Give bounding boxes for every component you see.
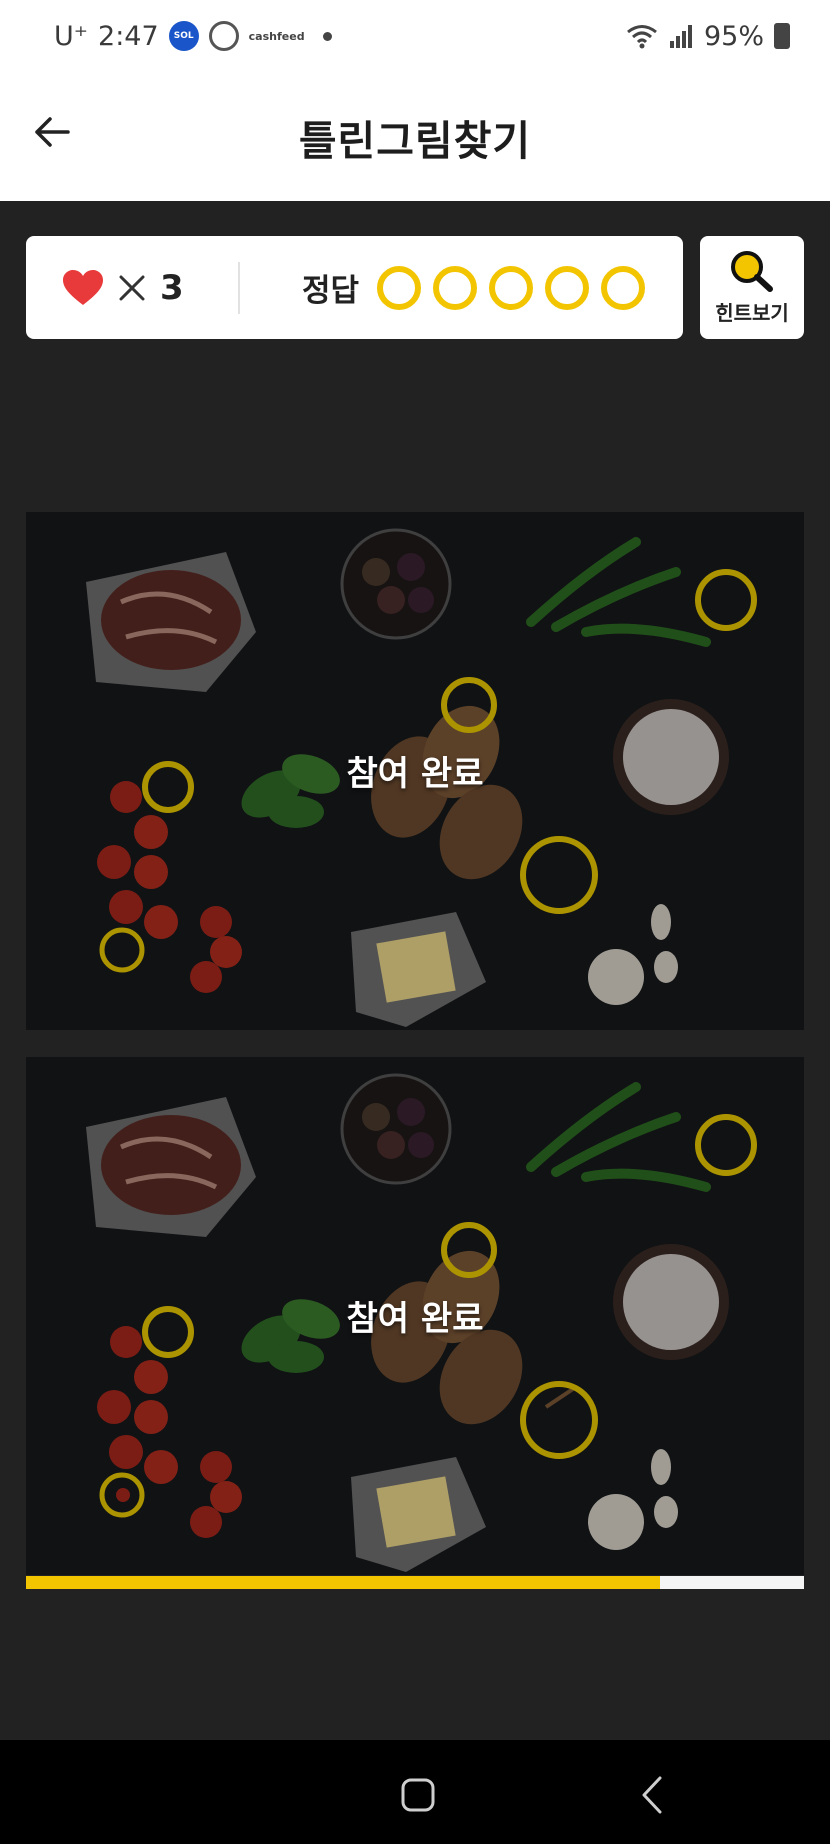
answer-slot-3 [489,265,534,310]
wifi-icon [627,25,657,49]
home-button[interactable] [393,1770,443,1820]
answers-label: 정답 [302,273,360,309]
hint-button[interactable]: 힌트보기 [700,236,804,339]
status-right: 95% [626,21,790,52]
lives-counter: 3 [26,268,238,308]
lives-count: 3 [160,267,184,308]
answer-slot-5 [601,265,646,310]
clock: 2:47 [98,20,159,52]
battery-icon [774,23,790,49]
system-back-button[interactable] [627,1770,677,1820]
battery-percent: 95% [703,20,764,52]
arrow-left-icon [35,117,70,147]
notification-dot-icon [322,31,332,41]
answer-slot-1 [377,265,422,310]
altered-image[interactable]: 참여 완료 [26,1057,804,1575]
timer-progress-bar [26,1576,804,1589]
ring-app-icon [208,21,239,51]
system-nav-bar [0,1740,830,1844]
signal-icon [669,25,692,48]
answer-slot-2 [433,265,478,310]
status-bar: U⁺ 2:47 SOL cash feed 95% [0,0,830,72]
original-image[interactable]: 참여 완료 [26,512,804,1030]
magnifier-icon [731,251,773,292]
hint-label: 힌트보기 [715,301,789,325]
participation-complete-label: 참여 완료 [346,754,484,794]
super-sol-icon: SOL [168,21,199,51]
answer-slot-4 [545,265,590,310]
cashfeed-icon: cash feed [249,21,305,51]
status-left: U⁺ 2:47 SOL cash feed [54,21,332,52]
back-button[interactable] [30,110,74,154]
answers-tracker: 정답 [240,265,646,310]
heart-icon [63,269,103,305]
timer-progress-fill [26,1576,661,1589]
participation-complete-label: 참여 완료 [346,1299,484,1339]
nav-back-icon [642,1776,662,1814]
page-title: 틀린그림찾기 [298,116,532,165]
cashfeed-bottom: feed [276,29,305,43]
game-info-card: 3 정답 [26,236,683,339]
carrier-label: U⁺ [54,20,89,52]
multiply-icon [119,275,145,300]
home-square-icon [401,1778,435,1812]
app-header: 틀린그림찾기 [0,72,830,201]
cashfeed-top: cash [248,29,277,43]
